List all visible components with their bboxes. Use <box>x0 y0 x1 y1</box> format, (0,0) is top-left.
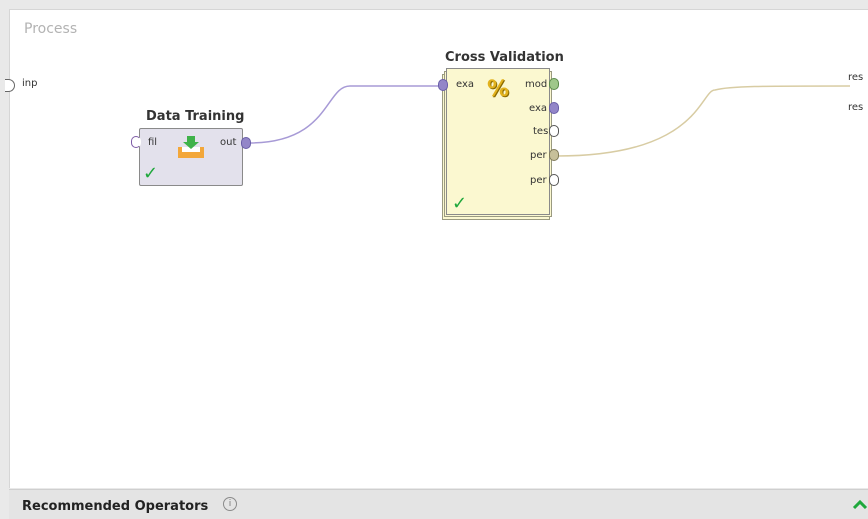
chevron-up-icon[interactable] <box>852 499 868 510</box>
data-training-input-port[interactable] <box>131 136 141 148</box>
process-title: Process <box>24 21 78 37</box>
cross-validation-output-label-per-1: per <box>530 150 547 161</box>
cross-validation-output-port-per-1[interactable] <box>549 149 559 161</box>
data-training-output-label: out <box>220 137 237 148</box>
data-training-output-port[interactable] <box>241 137 251 149</box>
cross-validation-output-port-exa[interactable] <box>549 102 559 114</box>
cross-validation-status-check-icon: ✓ <box>452 193 468 214</box>
process-result-port-label-1: res <box>848 72 864 83</box>
percent-icon: % <box>487 77 510 102</box>
recommended-operators-bar[interactable]: Recommended Operators i <box>9 489 868 519</box>
cross-validation-output-label-mod: mod <box>525 79 548 90</box>
recommended-operators-label: Recommended Operators <box>22 499 209 514</box>
data-training-status-check-icon: ✓ <box>143 163 159 184</box>
info-icon[interactable]: i <box>223 497 237 511</box>
process-input-port-label: inp <box>22 78 38 89</box>
cross-validation-output-port-per-2[interactable] <box>549 174 559 186</box>
cross-validation-output-label-tes: tes <box>533 126 549 137</box>
retrieve-data-icon <box>178 136 204 158</box>
process-result-port-label-2: res <box>848 102 864 113</box>
cross-validation-output-port-mod[interactable] <box>549 78 559 90</box>
cross-validation-title: Cross Validation <box>445 50 564 65</box>
cross-validation-operator[interactable]: exa % mod exa tes per per ✓ <box>446 68 550 215</box>
data-training-input-label: fil <box>148 137 158 148</box>
cross-validation-input-label: exa <box>456 79 475 90</box>
cross-validation-input-port[interactable] <box>438 79 448 91</box>
data-training-operator[interactable]: fil out ✓ <box>139 128 243 186</box>
cross-validation-output-port-tes[interactable] <box>549 125 559 137</box>
cross-validation-output-label-exa: exa <box>529 103 548 114</box>
cross-validation-output-label-per-2: per <box>530 175 547 186</box>
data-training-title: Data Training <box>146 109 245 124</box>
